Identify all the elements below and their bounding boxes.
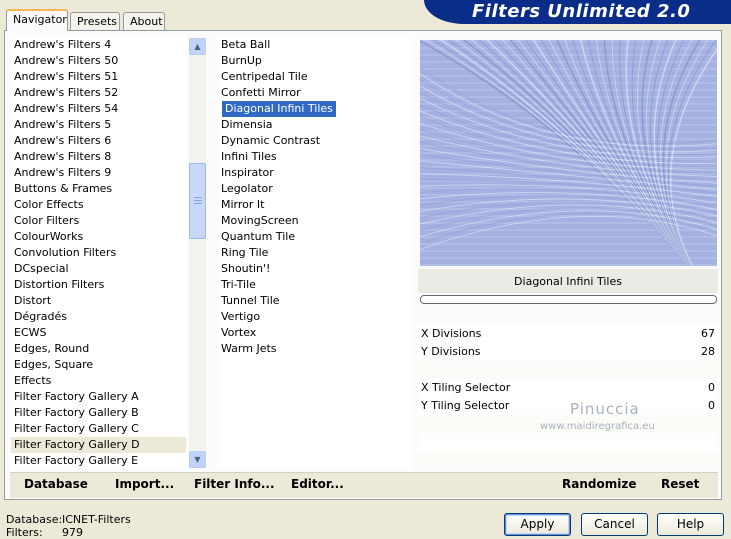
param-x-divisions[interactable]: X Divisions 67 [418, 325, 718, 343]
param-empty-4[interactable] [418, 451, 718, 469]
param-empty-3[interactable] [418, 433, 718, 451]
progress-bar [420, 295, 717, 304]
param-label: Y Tiling Selector [421, 399, 510, 412]
tab-about[interactable]: About [123, 12, 165, 30]
apply-button[interactable]: Apply [504, 513, 571, 536]
filter-item[interactable]: Centripedal Tile [218, 69, 409, 85]
category-item[interactable]: Andrew's Filters 52 [11, 85, 186, 101]
category-item[interactable]: Andrew's Filters 54 [11, 101, 186, 117]
category-item[interactable]: Color Filters [11, 213, 186, 229]
tab-navigator[interactable]: Navigator [6, 9, 68, 31]
selected-filter-label: Diagonal Infini Tiles [222, 101, 336, 117]
filter-item[interactable]: Beta Ball [218, 37, 409, 53]
param-value: 0 [708, 381, 715, 394]
filter-item[interactable]: Warm Jets [218, 341, 409, 357]
category-item[interactable]: Andrew's Filters 9 [11, 165, 186, 181]
param-label: Y Divisions [421, 345, 481, 358]
category-item[interactable]: Filter Factory Gallery D [11, 437, 186, 453]
category-item[interactable]: Convolution Filters [11, 245, 186, 261]
filters-label: Filters: [6, 526, 43, 539]
tab-presets[interactable]: Presets [70, 12, 120, 30]
filter-item[interactable]: Tunnel Tile [218, 293, 409, 309]
filter-item[interactable]: Diagonal Infini Tiles [218, 101, 409, 117]
watermark-site: www.maidiregrafica.eu [540, 421, 655, 432]
scroll-up-button[interactable]: ▲ [189, 38, 206, 55]
category-item[interactable]: Buttons & Frames [11, 181, 186, 197]
param-value: 0 [708, 399, 715, 412]
preview-pattern [420, 40, 717, 266]
filter-item[interactable]: Dynamic Contrast [218, 133, 409, 149]
filter-item[interactable]: Vortex [218, 325, 409, 341]
category-item[interactable]: Andrew's Filters 5 [11, 117, 186, 133]
category-list[interactable]: Andrew's Filters 4 Andrew's Filters 50 And… [11, 37, 188, 469]
filter-item[interactable]: Inspirator [218, 165, 409, 181]
filter-item[interactable]: Dimensia [218, 117, 409, 133]
title-banner: Filters Unlimited 2.0 [424, 0, 731, 24]
category-item[interactable]: Dégradés [11, 309, 186, 325]
import-button[interactable]: Import... [115, 477, 174, 491]
category-item[interactable]: Andrew's Filters 6 [11, 133, 186, 149]
category-item[interactable]: Andrew's Filters 50 [11, 53, 186, 69]
category-item[interactable]: DCspecial [11, 261, 186, 277]
category-item[interactable]: Filter Factory Gallery A [11, 389, 186, 405]
filter-info-button[interactable]: Filter Info... [194, 477, 275, 491]
category-item[interactable]: Distort [11, 293, 186, 309]
param-y-tiling-selector[interactable]: Y Tiling Selector 0 [418, 397, 718, 415]
filter-list[interactable]: Beta Ball BurnUp Centripedal Tile Confetti … [218, 37, 411, 469]
reset-button[interactable]: Reset [661, 477, 699, 491]
cancel-button[interactable]: Cancel [581, 513, 648, 536]
app-title: Filters Unlimited 2.0 [472, 1, 691, 22]
param-value: 67 [701, 327, 715, 340]
category-scrollbar[interactable]: ▲ ▼ [189, 38, 206, 468]
category-item[interactable]: Filter Factory Gallery C [11, 421, 186, 437]
category-item[interactable]: Andrew's Filters 51 [11, 69, 186, 85]
param-y-divisions[interactable]: Y Divisions 28 [418, 343, 718, 361]
category-item[interactable]: Distortion Filters [11, 277, 186, 293]
param-value: 28 [701, 345, 715, 358]
scroll-down-button[interactable]: ▼ [189, 451, 206, 468]
category-item[interactable]: Andrew's Filters 8 [11, 149, 186, 165]
filter-item[interactable]: MovingScreen [218, 213, 409, 229]
category-item[interactable]: ColourWorks [11, 229, 186, 245]
scroll-thumb[interactable] [189, 163, 206, 239]
filter-item[interactable]: Confetti Mirror [218, 85, 409, 101]
database-label: Database: [6, 513, 63, 526]
filter-item[interactable]: Tri-Tile [218, 277, 409, 293]
editor-button[interactable]: Editor... [291, 477, 344, 491]
filter-item[interactable]: Mirror It [218, 197, 409, 213]
category-item[interactable]: Andrew's Filters 4 [11, 37, 186, 53]
watermark-name: Pinuccia [570, 400, 640, 418]
param-empty-1[interactable] [418, 361, 718, 379]
category-item[interactable]: Filter Factory Gallery E [11, 453, 186, 469]
filter-item[interactable]: Legolator [218, 181, 409, 197]
category-item[interactable]: Effects [11, 373, 186, 389]
category-item[interactable]: Filter Factory Gallery B [11, 405, 186, 421]
category-item[interactable]: Color Effects [11, 197, 186, 213]
filter-item[interactable]: Ring Tile [218, 245, 409, 261]
database-button[interactable]: Database [24, 477, 88, 491]
database-value: ICNET-Filters [62, 513, 131, 526]
preview-image [420, 40, 717, 266]
category-item[interactable]: Edges, Square [11, 357, 186, 373]
param-label: X Divisions [421, 327, 482, 340]
filter-item[interactable]: Shoutin'! [218, 261, 409, 277]
filter-item[interactable]: Quantum Tile [218, 229, 409, 245]
param-x-tiling-selector[interactable]: X Tiling Selector 0 [418, 379, 718, 397]
filters-count: 979 [62, 526, 83, 539]
randomize-button[interactable]: Randomize [562, 477, 636, 491]
category-item[interactable]: Edges, Round [11, 341, 186, 357]
help-button[interactable]: Help [657, 513, 724, 536]
param-label: X Tiling Selector [421, 381, 511, 394]
filter-item[interactable]: BurnUp [218, 53, 409, 69]
filter-item[interactable]: Vertigo [218, 309, 409, 325]
preview-filter-name: Diagonal Infini Tiles [514, 275, 622, 288]
filter-item[interactable]: Infini Tiles [218, 149, 409, 165]
category-item[interactable]: ECWS [11, 325, 186, 341]
